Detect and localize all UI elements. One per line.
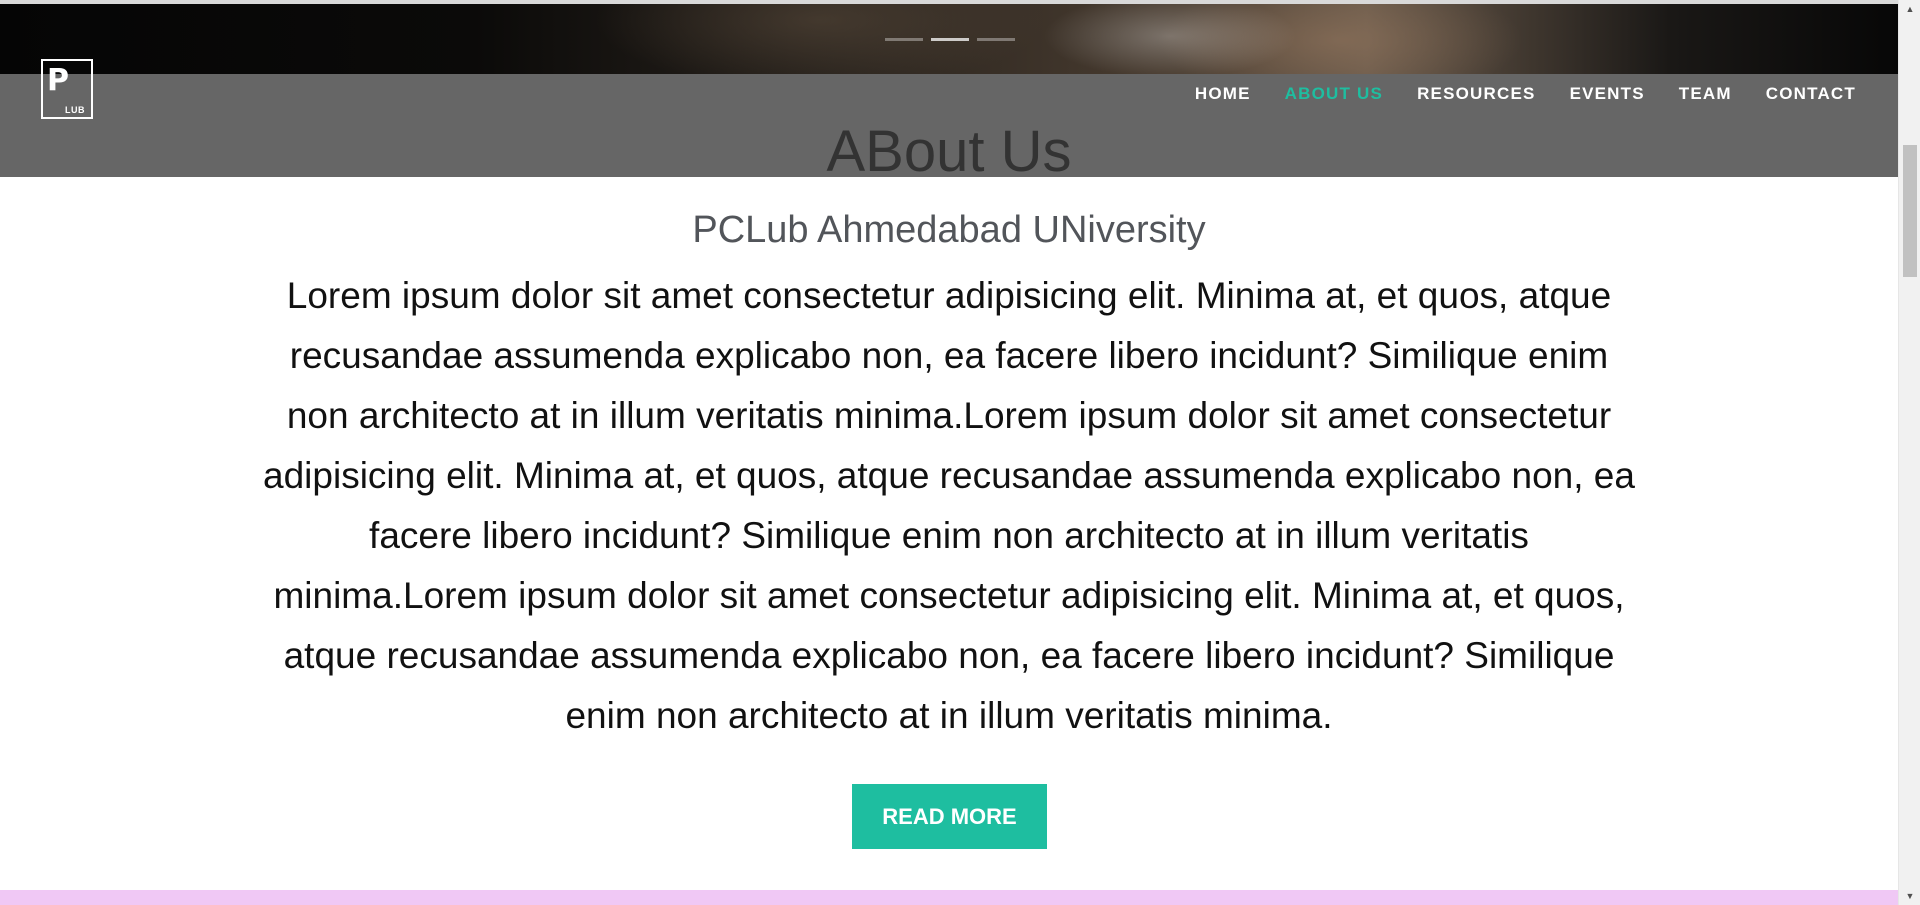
nav-link-events[interactable]: EVENTS [1570,84,1645,104]
nav-link-about-us[interactable]: ABOUT US [1285,84,1383,104]
hero-carousel-image [0,0,1898,74]
hero-top-edge [0,0,1898,4]
scrollbar-thumb[interactable] [1903,145,1917,277]
nav-link-resources[interactable]: RESOURCES [1417,84,1536,104]
nav-menu: HOME ABOUT US RESOURCES EVENTS TEAM CONT… [1195,74,1856,114]
about-title: ABout Us [826,119,1072,184]
carousel-indicator[interactable] [977,38,1015,41]
nav-link-home[interactable]: HOME [1195,84,1251,104]
triangle-up-icon[interactable]: ▲ [1899,0,1920,18]
read-more-button[interactable]: READ MORE [852,784,1047,849]
vertical-scrollbar[interactable]: ▲ ▼ [1898,0,1920,905]
carousel-indicator-active[interactable] [931,38,969,41]
next-section-edge [0,890,1898,905]
about-body-text: Lorem ipsum dolor sit amet consectetur a… [263,275,1635,736]
nav-link-team[interactable]: TEAM [1679,84,1732,104]
pclub-logo[interactable]: P LUB [41,59,93,119]
triangle-down-icon[interactable]: ▼ [1899,887,1920,905]
carousel-indicator[interactable] [885,38,923,41]
page: P LUB HOME ABOUT US RESOURCES EVENTS TEA… [0,0,1898,905]
about-subtitle: PCLub Ahmedabad UNiversity [692,209,1206,251]
carousel-indicators [885,38,1015,41]
logo-mark: P [47,63,69,98]
nav-link-contact[interactable]: CONTACT [1766,84,1856,104]
